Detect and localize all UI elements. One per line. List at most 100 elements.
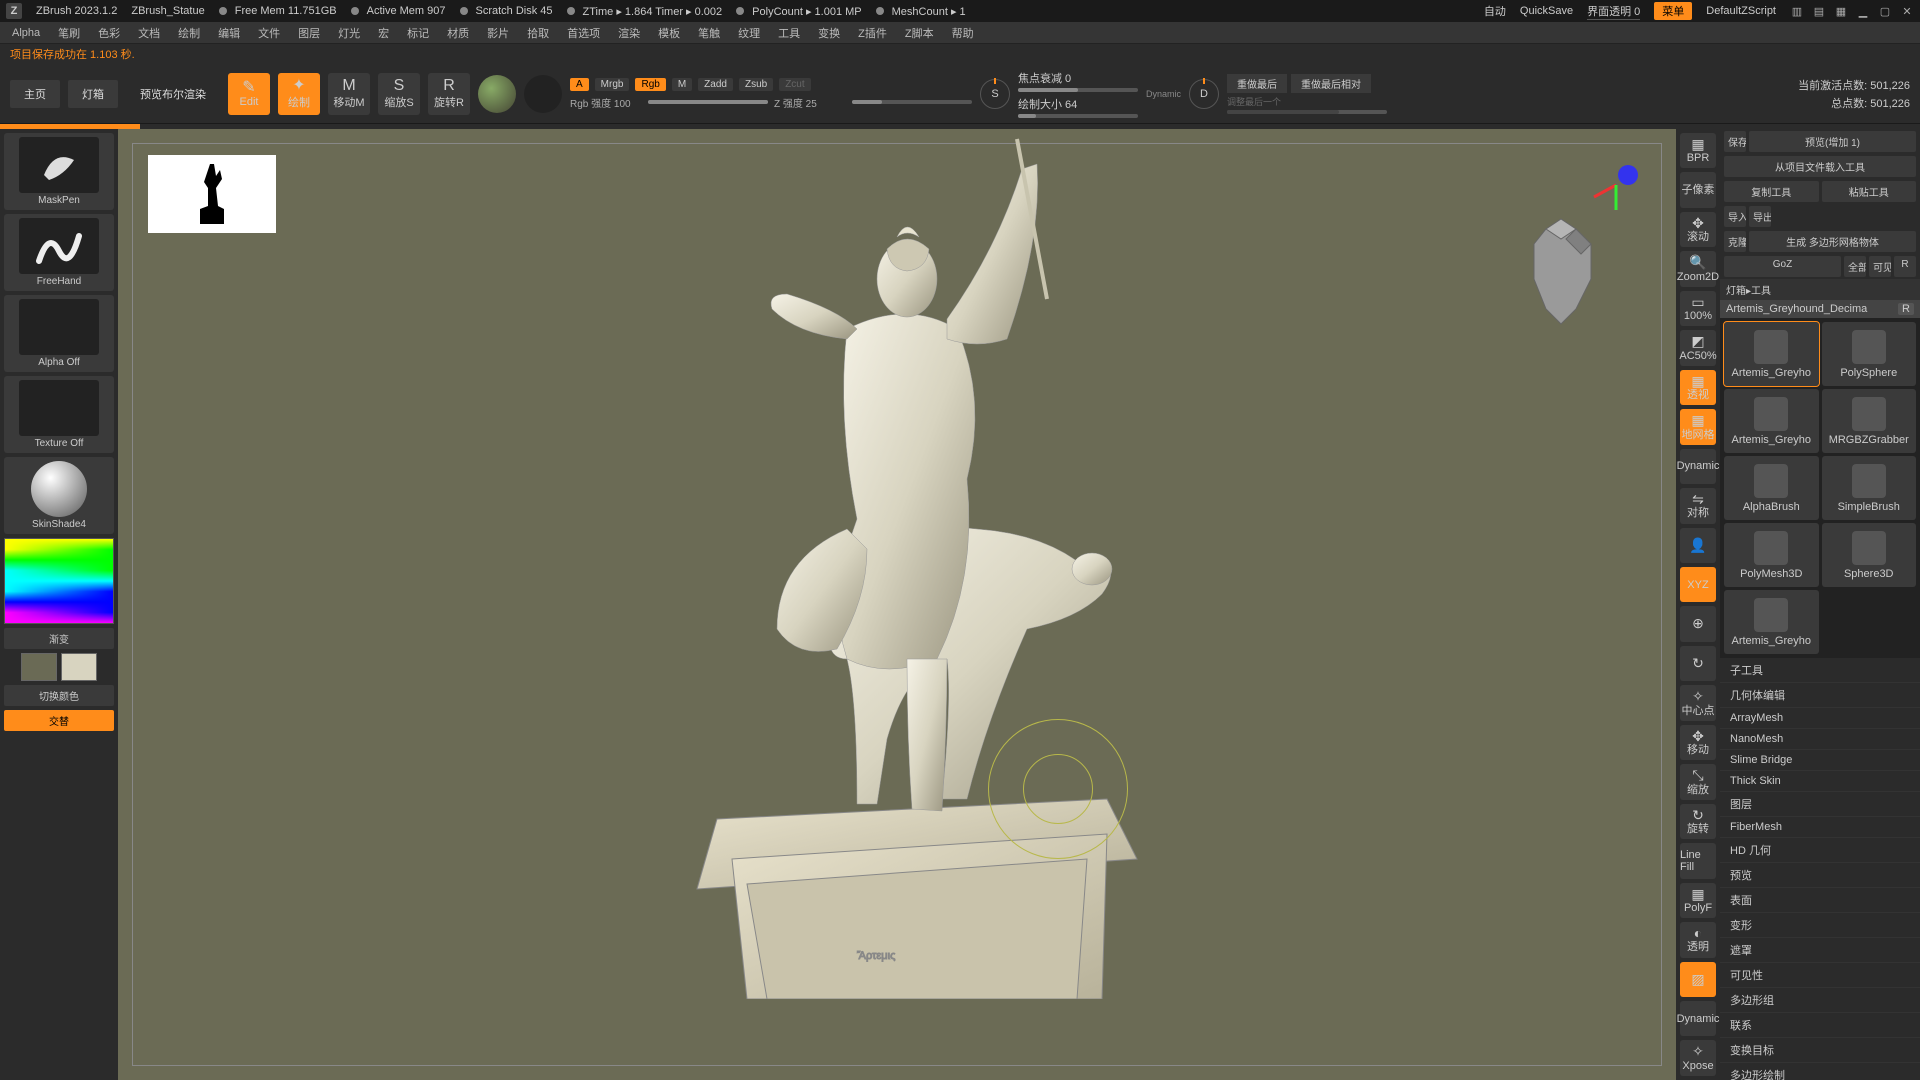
menu-编辑[interactable]: 编辑 [214,25,244,41]
menu-文档[interactable]: 文档 [134,25,164,41]
edit-mode-button[interactable]: ✎Edit [228,73,270,115]
strip-Dynamic[interactable]: Dynamic [1680,1001,1716,1036]
color-picker[interactable] [4,538,114,624]
section-Thick Skin[interactable]: Thick Skin [1720,771,1920,792]
scale-button[interactable]: S缩放S [378,73,420,115]
strip-地网格[interactable]: ▦地网格 [1680,409,1716,444]
tool-btn-克隆[interactable]: 克隆 [1724,231,1746,252]
z-intensity-slider[interactable] [852,100,972,104]
menu-绘制[interactable]: 绘制 [174,25,204,41]
maximize-icon[interactable]: ▢ [1878,4,1892,18]
menu-渲染[interactable]: 渲染 [614,25,644,41]
swatch-primary[interactable] [61,653,97,681]
strip-缩放[interactable]: ⤡缩放 [1680,764,1716,799]
tool-btn-导出[interactable]: 导出 [1749,206,1771,227]
section-图层[interactable]: 图层 [1720,792,1920,817]
m-chip[interactable]: M [672,78,692,91]
undo-button[interactable]: 重做最后 [1227,74,1287,93]
strip-透视[interactable]: ▦透视 [1680,370,1716,405]
section-HD 几何[interactable]: HD 几何 [1720,838,1920,863]
menu-图层[interactable]: 图层 [294,25,324,41]
focal-shift-slider[interactable] [1018,88,1138,92]
mrgb-chip[interactable]: Mrgb [595,78,630,91]
section-表面[interactable]: 表面 [1720,888,1920,913]
section-Slime Bridge[interactable]: Slime Bridge [1720,750,1920,771]
menu-首选项[interactable]: 首选项 [563,25,604,41]
strip-子像素[interactable]: 子像素 [1680,172,1716,207]
tool-cell-PolySphere[interactable]: PolySphere [1822,322,1917,386]
tool-cell-Artemis_Greyho[interactable]: Artemis_Greyho [1724,389,1819,453]
tool-btn-全部[interactable]: 全部 [1844,256,1866,277]
menu-Z插件[interactable]: Z插件 [854,25,891,41]
viewport[interactable]: Ἄρτεμις [118,129,1676,1080]
section-ArrayMesh[interactable]: ArrayMesh [1720,708,1920,729]
gyro-shadow-widget[interactable] [524,75,562,113]
menu-文件[interactable]: 文件 [254,25,284,41]
material-tile[interactable]: SkinShade4 [4,457,114,534]
menu-材质[interactable]: 材质 [443,25,473,41]
tool-btn-可见[interactable]: 可见 [1869,256,1891,277]
strip-PolyF[interactable]: ▦PolyF [1680,883,1716,918]
menu-影片[interactable]: 影片 [483,25,513,41]
ui-transparency[interactable]: 界面透明 0 [1587,3,1640,20]
strip-BPR[interactable]: ▦BPR [1680,133,1716,168]
strip-Zoom2D[interactable]: 🔍Zoom2D [1680,251,1716,286]
tool-cell-SimpleBrush[interactable]: SimpleBrush [1822,456,1917,520]
zcut-chip[interactable]: Zcut [779,78,810,91]
menu-灯光[interactable]: 灯光 [334,25,364,41]
section-多边形组[interactable]: 多边形组 [1720,988,1920,1013]
menu-标记[interactable]: 标记 [403,25,433,41]
tool-cell-Sphere3D[interactable]: Sphere3D [1822,523,1917,587]
switch-color-button[interactable]: 切换颜色 [4,685,114,706]
preview-bool-render[interactable]: 预览布尔渲染 [126,80,220,108]
zsub-chip[interactable]: Zsub [739,78,773,91]
section-遮罩[interactable]: 遮罩 [1720,938,1920,963]
strip-👤[interactable]: 👤 [1680,528,1716,563]
dynamic-label[interactable]: Dynamic [1146,89,1181,99]
menu-模板[interactable]: 模板 [654,25,684,41]
move-button[interactable]: M移动M [328,73,370,115]
s-knob[interactable]: S [980,79,1010,109]
tool-btn-生成 多边形网格物体[interactable]: 生成 多边形网格物体 [1749,231,1916,252]
draw-size-slider[interactable] [1018,114,1138,118]
alternate-button[interactable]: 交替 [4,710,114,731]
strip-Line Fill[interactable]: Line Fill [1680,843,1716,878]
menu-button[interactable]: 菜单 [1654,2,1692,20]
redo-button[interactable]: 重做最后相对 [1291,74,1371,93]
section-变换目标[interactable]: 变换目标 [1720,1038,1920,1063]
tool-cell-MRGBZGrabber[interactable]: MRGBZGrabber [1822,389,1917,453]
strip-移动[interactable]: ✥移动 [1680,725,1716,760]
lightbox-tools-header[interactable]: 灯箱▸工具 [1720,279,1920,300]
tool-cell-Artemis_Greyho[interactable]: Artemis_Greyho [1724,322,1819,386]
alpha-tile[interactable]: Alpha Off [4,295,114,372]
menu-笔触[interactable]: 笔触 [694,25,724,41]
section-多边形绘制[interactable]: 多边形绘制 [1720,1063,1920,1080]
rgb-intensity-slider[interactable] [648,100,768,104]
menu-纹理[interactable]: 纹理 [734,25,764,41]
strip-↻[interactable]: ↻ [1680,646,1716,681]
strip-Xpose[interactable]: ✧Xpose [1680,1040,1716,1075]
camera-head-gizmo[interactable] [1506,209,1616,339]
quicksave-button[interactable]: QuickSave [1520,5,1573,17]
strip-中心点[interactable]: ✧中心点 [1680,685,1716,720]
menu-笔刷[interactable]: 笔刷 [54,25,84,41]
gyro-widget[interactable] [478,75,516,113]
strip-▨[interactable]: ▨ [1680,962,1716,997]
rotate-button[interactable]: R旋转R [428,73,470,115]
section-几何体编辑[interactable]: 几何体编辑 [1720,683,1920,708]
panel-icon[interactable]: ▥ [1790,4,1804,18]
reference-thumbnail[interactable] [148,155,276,233]
section-可见性[interactable]: 可见性 [1720,963,1920,988]
section-联系[interactable]: 联系 [1720,1013,1920,1038]
home-tab[interactable]: 主页 [10,80,60,108]
tool-btn-保存[interactable]: 保存 [1724,131,1746,152]
tool-btn-预览(增加 1)[interactable]: 预览(增加 1) [1749,131,1916,152]
current-tool-name[interactable]: Artemis_Greyhound_Decima R [1720,300,1920,318]
axis-gizmo-icon[interactable] [1586,155,1646,215]
strip-AC50%[interactable]: ◩AC50% [1680,330,1716,365]
tool-cell-PolyMesh3D[interactable]: PolyMesh3D [1724,523,1819,587]
section-NanoMesh[interactable]: NanoMesh [1720,729,1920,750]
menu-宏[interactable]: 宏 [374,25,393,41]
tool-cell-Artemis_Greyho[interactable]: Artemis_Greyho [1724,590,1819,654]
strip-100%[interactable]: ▭100% [1680,291,1716,326]
